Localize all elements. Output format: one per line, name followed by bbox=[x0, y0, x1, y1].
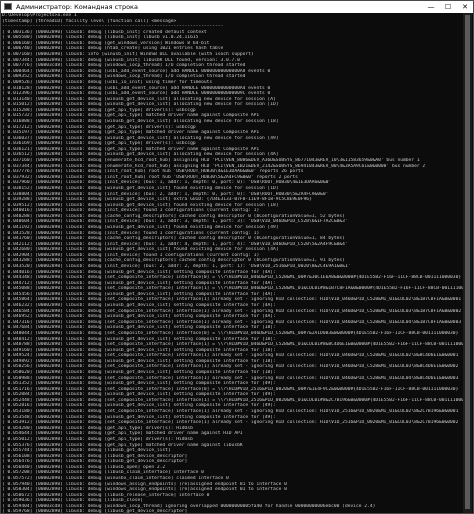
minimize-button[interactable]: — bbox=[423, 1, 439, 13]
console-line: [ 0.059768] [00002890] libusb: debug [li… bbox=[2, 509, 188, 513]
console-window: Администратор: Командная строка — ☐ ✕ D:… bbox=[0, 0, 474, 514]
console-output[interactable]: D:\Develop\Projects>a.exe 1 [timestamp] [… bbox=[2, 13, 464, 513]
console-line: [ 0.053180] [00002890] libusb: debug [se… bbox=[2, 409, 459, 415]
console-line: [ 0.053912] [00002890] libusb: debug [se… bbox=[2, 420, 459, 426]
scrollbar-thumb[interactable] bbox=[465, 15, 470, 509]
close-button[interactable]: ✕ bbox=[457, 1, 473, 13]
console-line: [ 0.048788] [00002890] libusb: debug [se… bbox=[2, 342, 464, 348]
console-line: [ 0.048044] [00002890] libusb: debug [se… bbox=[2, 330, 459, 336]
console-line: [ 0.037160] [00002890] libusb: debug [en… bbox=[2, 158, 420, 164]
vertical-scrollbar[interactable] bbox=[463, 13, 472, 513]
console-line: [ 0.044348] [00002890] libusb: debug [se… bbox=[2, 275, 462, 281]
window-title: Администратор: Командная строка bbox=[16, 3, 138, 11]
title-bar[interactable]: Администратор: Командная строка — ☐ ✕ bbox=[1, 1, 473, 13]
maximize-button[interactable]: ☐ bbox=[440, 1, 456, 13]
cmd-icon bbox=[4, 3, 12, 10]
